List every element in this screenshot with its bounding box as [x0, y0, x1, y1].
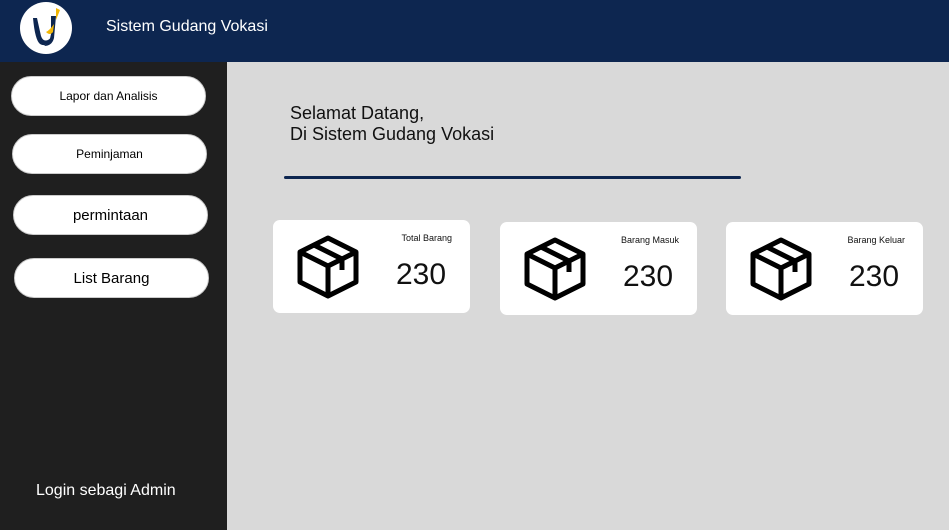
- card-value: 230: [849, 260, 900, 293]
- app-title: Sistem Gudang Vokasi: [106, 18, 268, 35]
- divider: [284, 176, 741, 179]
- package-box-icon: [524, 237, 586, 301]
- welcome-line-1: Selamat Datang,: [290, 103, 425, 123]
- uv-logo-icon: [33, 8, 60, 46]
- stat-card-barang-masuk[interactable]: Barang Masuk 230: [500, 222, 697, 315]
- top-header: Sistem Gudang Vokasi: [0, 0, 949, 62]
- stat-card-total-barang[interactable]: Total Barang 230: [273, 220, 470, 313]
- app-logo[interactable]: [20, 2, 72, 54]
- sidebar-item-label: permintaan: [72, 206, 149, 224]
- card-label: Barang Keluar: [847, 235, 905, 245]
- welcome-message: Selamat Datang, Di Sistem Gudang Vokasi: [290, 103, 494, 145]
- welcome-line-2: Di Sistem Gudang Vokasi: [290, 124, 495, 144]
- sidebar-item-label: Lapor dan Analisis: [59, 89, 158, 103]
- sidebar-item-label: List Barang: [73, 269, 150, 287]
- card-label: Barang Masuk: [620, 235, 679, 245]
- sidebar-item-label: Peminjaman: [76, 147, 143, 161]
- stat-card-barang-keluar[interactable]: Barang Keluar 230: [726, 222, 923, 315]
- card-label: Total Barang: [401, 233, 452, 243]
- sidebar-item-lapor-dan-analisis[interactable]: Lapor dan Analisis: [11, 76, 206, 116]
- sidebar-item-permintaan[interactable]: permintaan: [13, 195, 208, 235]
- package-box-icon: [297, 235, 359, 299]
- sidebar-item-peminjaman[interactable]: Peminjaman: [12, 134, 207, 174]
- card-value: 230: [396, 258, 447, 291]
- login-status: Login sebagi Admin: [36, 482, 176, 499]
- card-value: 230: [623, 260, 674, 293]
- sidebar: Lapor dan Analisis Peminjaman permintaan…: [0, 62, 227, 530]
- sidebar-item-list-barang[interactable]: List Barang: [14, 258, 209, 298]
- package-box-icon: [750, 237, 812, 301]
